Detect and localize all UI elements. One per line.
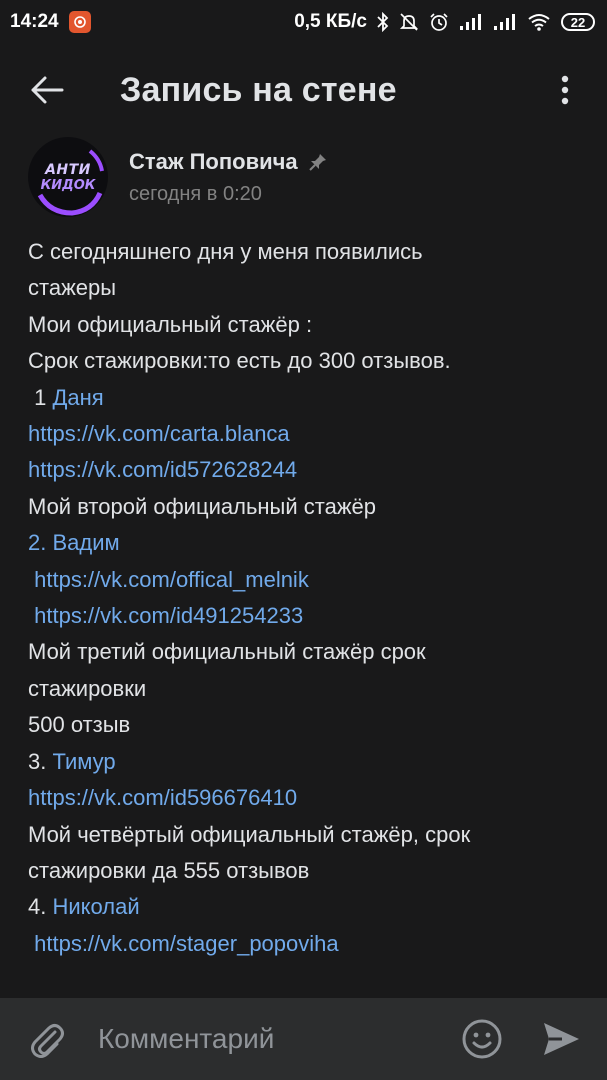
emoji-button[interactable] <box>461 1018 503 1060</box>
author-name[interactable]: Стаж Поповича <box>129 149 298 175</box>
post-line: 2. Вадим <box>28 525 588 561</box>
post-text-fragment: С сегодняшнего дня у меня появились <box>28 239 423 264</box>
attach-button[interactable] <box>28 1017 66 1061</box>
comment-input[interactable] <box>96 1022 440 1056</box>
status-bar-right: 0,5 КБ/с 22 <box>294 11 595 33</box>
post-link[interactable]: https://vk.com/id491254233 <box>34 603 303 628</box>
signal-icon <box>459 13 483 31</box>
post-line: стажировки да 555 отзывов <box>28 853 588 889</box>
author-row: Стаж Поповича <box>129 149 328 175</box>
post-line: стажеры <box>28 270 588 306</box>
avatar-text-bottom: КИДОК <box>40 178 96 193</box>
post-line: https://vk.com/carta.blanca <box>28 416 588 452</box>
post-link[interactable]: https://vk.com/id572628244 <box>28 457 297 482</box>
post-line: https://vk.com/id572628244 <box>28 452 588 488</box>
status-time: 14:24 <box>10 11 59 32</box>
post-text-fragment: Мой второй официальный стажёр <box>28 493 377 519</box>
post-line: 3. Тимур <box>28 744 588 780</box>
post-link[interactable]: Тимур <box>52 749 115 774</box>
signal-icon <box>493 13 517 31</box>
network-speed: 0,5 КБ/с <box>294 11 367 32</box>
send-icon <box>544 1023 579 1055</box>
post-link[interactable]: https://vk.com/id596676410 <box>28 785 297 810</box>
status-bar-left: 14:24 <box>10 11 91 33</box>
post-text-fragment: стажировки да 555 отзывов <box>28 857 310 883</box>
avatar[interactable]: АНТИ КИДОК <box>28 137 108 217</box>
post-line: https://vk.com/id596676410 <box>28 780 588 816</box>
post-link[interactable]: 2. Вадим <box>28 530 120 555</box>
post-text-fragment: 1 <box>28 384 53 410</box>
arrow-left-icon <box>31 76 64 104</box>
post-time: сегодня в 0:20 <box>129 182 262 205</box>
post-text-fragment: стажеры <box>28 275 117 301</box>
mute-icon <box>399 12 419 32</box>
page-title: Запись на стене <box>120 70 397 109</box>
post-link[interactable]: Николай <box>52 894 139 919</box>
post-link[interactable]: Даня <box>52 385 103 410</box>
post-line: Мой четвёртый официальный стажёр, срок <box>28 817 588 853</box>
battery-level: 22 <box>570 14 586 30</box>
author-block: Стаж Поповича сегодня в 0:20 <box>129 149 328 206</box>
post-text: С сегодняшнего дня у меня появились стаже… <box>28 234 588 962</box>
post-header: АНТИ КИДОК Стаж Поповича сегодня в 0:20 <box>28 136 328 218</box>
post-line: 500 отзыв <box>28 707 588 743</box>
back-button[interactable] <box>24 67 70 113</box>
post-line: https://vk.com/stager_popoviha <box>28 926 588 962</box>
post-text-fragment: Мой четвёртый официальный стажёр, срок <box>28 821 471 847</box>
avatar-text-top: АНТИ <box>45 162 91 178</box>
post-link[interactable]: https://vk.com/offical_melnik <box>34 567 309 592</box>
post-line: стажировки <box>28 671 588 707</box>
post-text-fragment: Мой третий официальный стажёр срок <box>28 639 426 665</box>
post-line: Мои официальный стажёр : <box>28 307 588 343</box>
pin-icon <box>308 153 326 171</box>
post-text-fragment: Срок стажировки:то есть до 300 отзывов. <box>28 348 451 374</box>
post-text-fragment: Мои официальный стажёр : <box>28 311 313 337</box>
screen-recorder-icon <box>68 11 91 33</box>
post-line: Мой второй официальный стажёр <box>28 489 588 525</box>
battery-icon: 22 <box>561 13 595 31</box>
bluetooth-icon <box>377 12 389 32</box>
post-line: https://vk.com/id491254233 <box>28 598 588 634</box>
post-line: 4. Николай <box>28 889 588 925</box>
app-header: Запись на стене <box>0 50 607 130</box>
post-text-fragment: 3. <box>28 748 53 774</box>
wifi-icon <box>527 13 551 31</box>
status-bar: 14:24 0,5 КБ/с 22 <box>0 0 607 44</box>
send-button[interactable] <box>540 1018 582 1060</box>
comment-bar <box>0 998 607 1080</box>
post-link[interactable]: https://vk.com/stager_popoviha <box>34 931 339 956</box>
post-text-fragment: 4. <box>28 894 53 920</box>
post-line: Срок стажировки:то есть до 300 отзывов. <box>28 343 588 379</box>
post-line: Мой третий официальный стажёр срок <box>28 634 588 670</box>
more-options-button[interactable] <box>545 70 585 110</box>
post-line: https://vk.com/offical_melnik <box>28 562 588 598</box>
post-link[interactable]: https://vk.com/carta.blanca <box>28 421 290 446</box>
post-text-fragment: 500 отзыв <box>28 712 131 738</box>
more-vertical-icon <box>561 75 569 105</box>
post-line: С сегодняшнего дня у меня появились <box>28 234 588 270</box>
post-line: 1 Даня <box>28 380 588 416</box>
paperclip-icon <box>31 1024 64 1058</box>
alarm-icon <box>429 12 449 32</box>
post-text-fragment: стажировки <box>28 675 147 701</box>
smile-icon <box>462 1019 502 1059</box>
